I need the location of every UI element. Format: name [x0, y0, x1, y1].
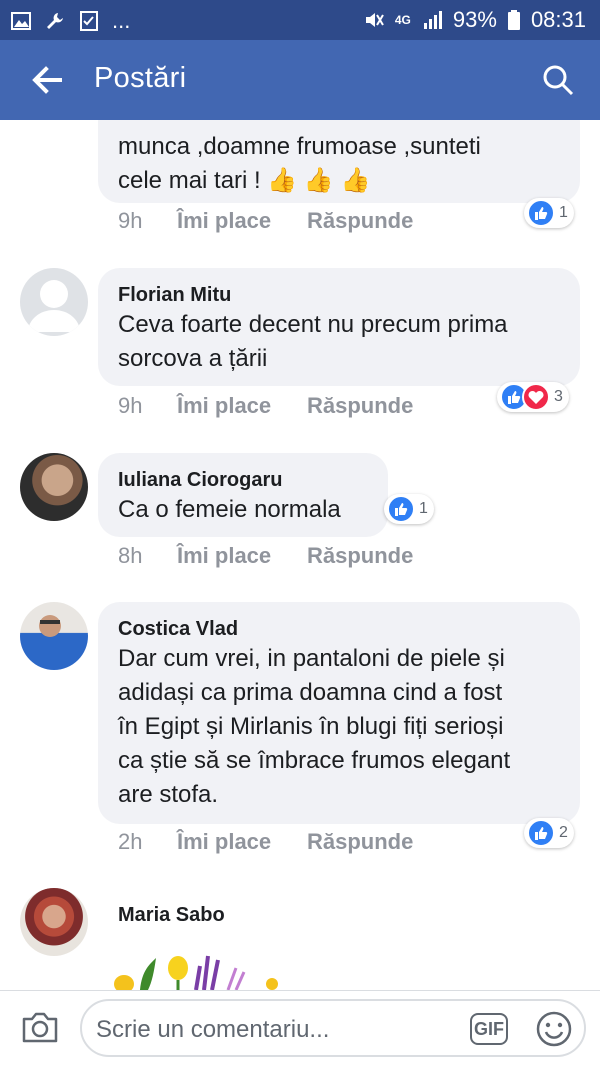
comment-author[interactable]: Iuliana Ciorogaru: [118, 467, 388, 493]
arrow-left-icon[interactable]: [28, 62, 68, 98]
like-reaction-icon: [387, 495, 415, 523]
comment-line: Ca o femeie normala: [118, 496, 341, 523]
comment-author[interactable]: Maria Sabo: [118, 902, 225, 928]
comment-author[interactable]: Costica Vlad: [118, 616, 580, 642]
avatar[interactable]: [20, 602, 88, 670]
comment-bubble: Costica Vlad Dar cum vrei, in pantaloni …: [98, 602, 580, 824]
status-ellipsis: ...: [112, 8, 131, 33]
avatar[interactable]: [20, 268, 88, 336]
comment-box: GIF: [80, 999, 586, 1057]
comment-time: 9h: [118, 393, 143, 418]
camera-icon[interactable]: [20, 1009, 60, 1045]
comment-input[interactable]: [94, 1011, 458, 1049]
comment-line: Dar cum vrei, in pantaloni de piele și: [118, 645, 505, 672]
reactions-summary[interactable]: 3: [497, 382, 569, 412]
reply-button[interactable]: Răspunde: [307, 543, 413, 569]
reply-button[interactable]: Răspunde: [307, 208, 413, 234]
like-button[interactable]: Îmi place: [177, 393, 271, 419]
comment-bubble: Iuliana Ciorogaru Ca o femeie normala: [98, 453, 388, 537]
page-title: Postări: [94, 62, 187, 94]
reaction-count: 1: [419, 500, 428, 517]
flowers-sticker-icon: [114, 955, 278, 990]
app-bar: Postări: [0, 40, 600, 120]
reaction-count: 3: [554, 388, 563, 405]
search-icon[interactable]: [540, 62, 576, 98]
comment-line: sorcova a țării: [118, 345, 268, 372]
comment-meta: 8h Îmi place Răspunde: [0, 543, 600, 573]
comment-time: 8h: [118, 543, 143, 568]
comment-line: ca știe să se îmbrace frumos elegant: [118, 747, 511, 774]
status-bar: ... 4G 93% 08:31: [0, 0, 600, 40]
reaction-count: 2: [559, 824, 568, 841]
reply-button[interactable]: Răspunde: [307, 829, 413, 855]
love-reaction-icon: [522, 383, 550, 411]
comment-time: 2h: [118, 829, 143, 854]
reactions-summary[interactable]: 2: [524, 818, 574, 848]
reaction-count: 1: [559, 204, 568, 221]
clock: 08:31: [530, 7, 586, 32]
gif-button[interactable]: GIF: [470, 1013, 508, 1045]
checkbox-icon: [80, 11, 98, 31]
comment-meta: 2h Îmi place Răspunde: [0, 829, 600, 859]
mute-icon: [365, 13, 384, 27]
reactions-summary[interactable]: 1: [384, 494, 434, 524]
comment-line: cele mai tari ! 👍 👍 👍: [118, 167, 371, 194]
comment-time: 9h: [118, 208, 143, 233]
avatar[interactable]: [20, 888, 88, 956]
battery-level: 93%: [452, 7, 497, 32]
wrench-icon: [47, 13, 63, 29]
comment-bubble: Florian Mitu Ceva foarte decent nu precu…: [98, 268, 580, 386]
comment-meta: 9h Îmi place Răspunde: [0, 208, 600, 238]
comment-composer: GIF: [0, 990, 600, 1067]
avatar[interactable]: [20, 453, 88, 521]
like-reaction-icon: [527, 819, 555, 847]
like-button[interactable]: Îmi place: [177, 543, 271, 569]
comment-bubble: munca ,doamne frumoase ,sunteti cele mai…: [98, 120, 580, 203]
comment-line: munca ,doamne frumoase ,sunteti: [118, 133, 481, 160]
gallery-icon: [11, 12, 31, 30]
like-button[interactable]: Îmi place: [177, 829, 271, 855]
like-reaction-icon: [527, 199, 555, 227]
comment-feed[interactable]: munca ,doamne frumoase ,sunteti cele mai…: [0, 120, 600, 990]
reply-button[interactable]: Răspunde: [307, 393, 413, 419]
sticker-image: [112, 950, 292, 990]
reactions-summary[interactable]: 1: [524, 198, 574, 228]
battery-icon: [507, 10, 520, 30]
comment-line: adidași ca prima doamna cind a fost: [118, 679, 503, 706]
signal-icon: [423, 11, 442, 29]
comment-line: Ceva foarte decent nu precum prima: [118, 311, 508, 338]
comment-author[interactable]: Florian Mitu: [118, 282, 580, 308]
comment-line: are stofa.: [118, 781, 219, 808]
network-type: 4G: [394, 13, 411, 27]
like-button[interactable]: Îmi place: [177, 208, 271, 234]
comment-line: în Egipt și Mirlanis în blugi fiți serio…: [118, 713, 504, 740]
smiley-icon[interactable]: [534, 1009, 574, 1049]
